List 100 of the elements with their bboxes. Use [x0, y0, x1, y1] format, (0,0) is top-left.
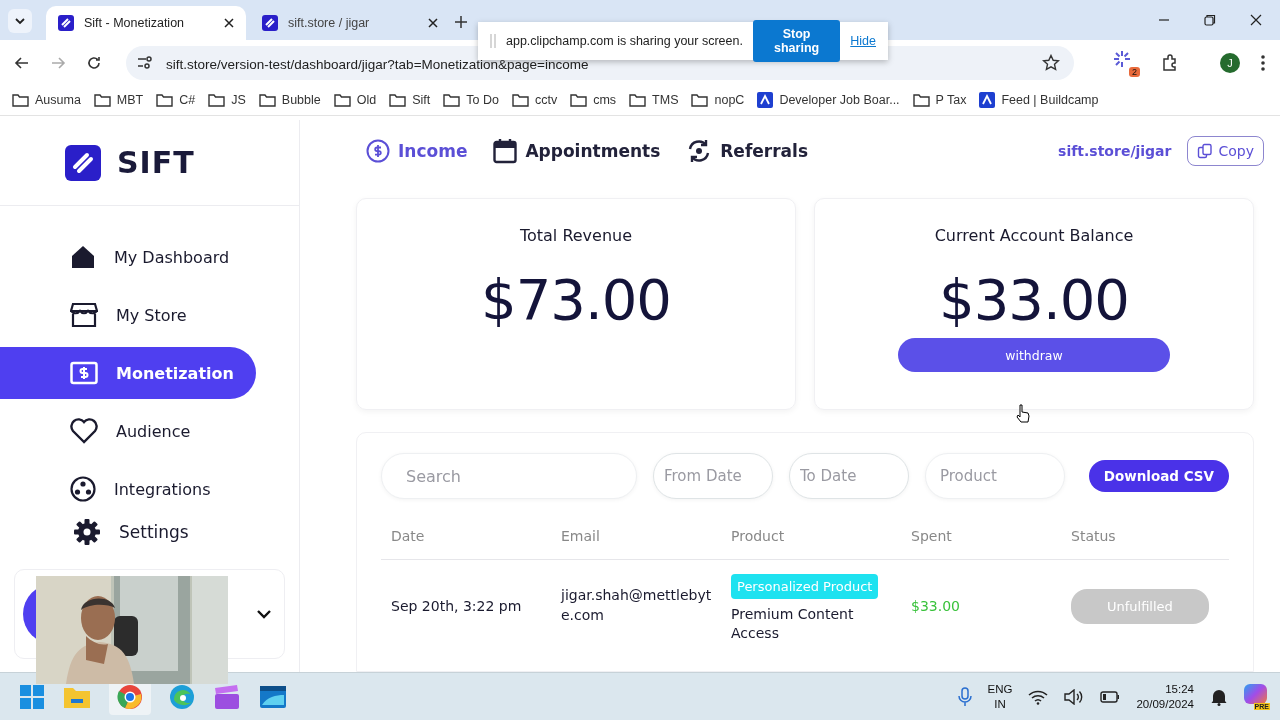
tab-title: Sift - Monetization	[84, 16, 186, 30]
integrations-icon	[70, 476, 96, 502]
column-header: Product	[731, 528, 786, 544]
site-icon	[979, 92, 996, 108]
amount-value: $33.00	[939, 267, 1129, 332]
sidebar-item[interactable]: Settings	[0, 515, 256, 549]
bookmark[interactable]: Sift	[389, 93, 431, 107]
windows-start-icon[interactable]	[19, 683, 45, 710]
close-icon[interactable]	[1250, 14, 1262, 26]
site-settings-icon	[136, 53, 154, 72]
folder-icon	[93, 93, 111, 107]
bookmark[interactable]: P Tax	[912, 93, 967, 107]
folder-icon	[258, 93, 276, 107]
wifi-icon[interactable]	[1028, 688, 1049, 705]
from-date-field[interactable]: From Date	[653, 453, 773, 499]
drag-handle-icon[interactable]	[490, 34, 496, 48]
clock[interactable]: 15:24 20/09/2024	[1136, 682, 1194, 711]
product-field[interactable]: Product	[925, 453, 1065, 499]
nav-tab[interactable]: Referrals	[686, 138, 808, 164]
bookmark[interactable]: JS	[208, 93, 246, 107]
card-title: Current Account Balance	[934, 226, 1134, 245]
banknote-icon	[70, 361, 98, 385]
bookmark[interactable]: Feed | Buildcamp	[979, 92, 1099, 108]
sparkle-icon	[1112, 48, 1132, 69]
site-icon	[757, 92, 774, 108]
withdraw-button[interactable]: withdraw	[898, 338, 1170, 372]
back-icon[interactable]	[14, 54, 30, 71]
product-name: Premium Content Access	[731, 605, 855, 642]
language-indicator[interactable]: ENG IN	[987, 682, 1013, 711]
nav-tab[interactable]: Income	[366, 139, 468, 163]
microphone-icon[interactable]	[957, 686, 972, 707]
folder-icon	[156, 93, 174, 107]
browser-icon[interactable]	[117, 683, 143, 710]
folder-icon	[389, 93, 407, 107]
bookmark[interactable]: nopC	[691, 93, 745, 107]
folder-icon	[443, 93, 461, 107]
profile-avatar[interactable]: J	[1220, 52, 1240, 73]
url-text: sift.store/version-test/dashboard/jigar?tab=Monetization&page=income	[166, 56, 590, 72]
home-icon	[70, 244, 96, 270]
clapperboard-icon[interactable]	[213, 683, 241, 710]
logo-icon	[58, 15, 74, 31]
reload-icon[interactable]	[86, 54, 102, 71]
bookmark[interactable]: Developer Job Boar...	[757, 92, 900, 108]
folder-icon	[12, 93, 29, 107]
dollar-circle-icon	[366, 139, 390, 163]
bookmark-star-icon[interactable]	[1042, 53, 1060, 72]
mouse-cursor-icon	[1016, 404, 1030, 424]
share-message: app.clipchamp.com is sharing your screen.	[506, 34, 743, 48]
restore-icon[interactable]	[1204, 14, 1216, 26]
bookmark[interactable]: Ausuma	[12, 93, 81, 107]
speaker-icon[interactable]	[1064, 688, 1085, 705]
battery-icon[interactable]	[1100, 690, 1121, 703]
chevron-down-icon	[14, 15, 26, 27]
download-csv-button[interactable]: Download CSV	[1088, 460, 1229, 492]
bookmark[interactable]: TMS	[629, 93, 679, 107]
column-header: Status	[1071, 528, 1117, 544]
logo-icon	[262, 15, 278, 31]
sidebar-item[interactable]: My Dashboard	[0, 231, 256, 283]
hide-link[interactable]: Hide	[850, 34, 876, 48]
bell-icon[interactable]	[1210, 687, 1228, 706]
folder-icon	[208, 93, 226, 107]
date-cell-text: Sep 20th, 3:22 pm	[391, 598, 523, 614]
edge-browser-icon[interactable]	[169, 683, 195, 710]
bookmark[interactable]: MBT	[93, 93, 144, 107]
column-header: Spent	[911, 528, 953, 544]
column-header: Email	[561, 528, 601, 544]
store-link[interactable]: sift.store/jigar	[1058, 143, 1172, 159]
tab-title: sift.store / jigar	[288, 16, 371, 30]
close-icon[interactable]	[224, 18, 234, 28]
bookmark[interactable]: Bubble	[258, 93, 321, 107]
tab-search-button[interactable]	[8, 9, 32, 33]
amount-value: $73.00	[481, 267, 671, 332]
nav-tab[interactable]: Appointments	[493, 138, 661, 164]
bookmark[interactable]: C#	[156, 93, 196, 107]
new-tab-icon[interactable]	[454, 15, 468, 29]
sidebar-item[interactable]: My Store	[0, 289, 256, 341]
sidebar-item[interactable]: Monetization	[0, 347, 256, 399]
heart-icon	[70, 418, 98, 444]
browser-tab[interactable]: Sift - Monetization	[46, 6, 246, 40]
sidebar-item[interactable]: Integrations	[0, 463, 256, 515]
bookmark[interactable]: cctv	[511, 93, 558, 107]
folder-icon	[570, 93, 588, 107]
to-date-field[interactable]: To Date	[789, 453, 909, 499]
folder-icon	[333, 93, 351, 107]
notification-badge: 2	[1129, 66, 1140, 77]
bookmark[interactable]: To Do	[443, 93, 499, 107]
stop-sharing-button[interactable]: Stop sharing	[752, 20, 841, 62]
search-field[interactable]: Search	[381, 453, 637, 499]
sidebar-item[interactable]: Audience	[0, 405, 256, 457]
bookmark[interactable]: cms	[570, 93, 617, 107]
close-icon[interactable]	[428, 18, 438, 28]
chevron-down-icon[interactable]	[256, 609, 272, 619]
copy-button[interactable]: Copy	[1187, 136, 1264, 166]
menu-icon[interactable]	[1260, 53, 1266, 72]
bookmark[interactable]: Old	[333, 93, 377, 107]
logo-icon	[65, 144, 101, 181]
column-header: Date	[391, 528, 426, 544]
extension-button[interactable]: 2	[1112, 48, 1140, 77]
app-window-icon[interactable]	[259, 684, 287, 709]
browser-tab[interactable]: sift.store / jigar	[250, 6, 450, 40]
